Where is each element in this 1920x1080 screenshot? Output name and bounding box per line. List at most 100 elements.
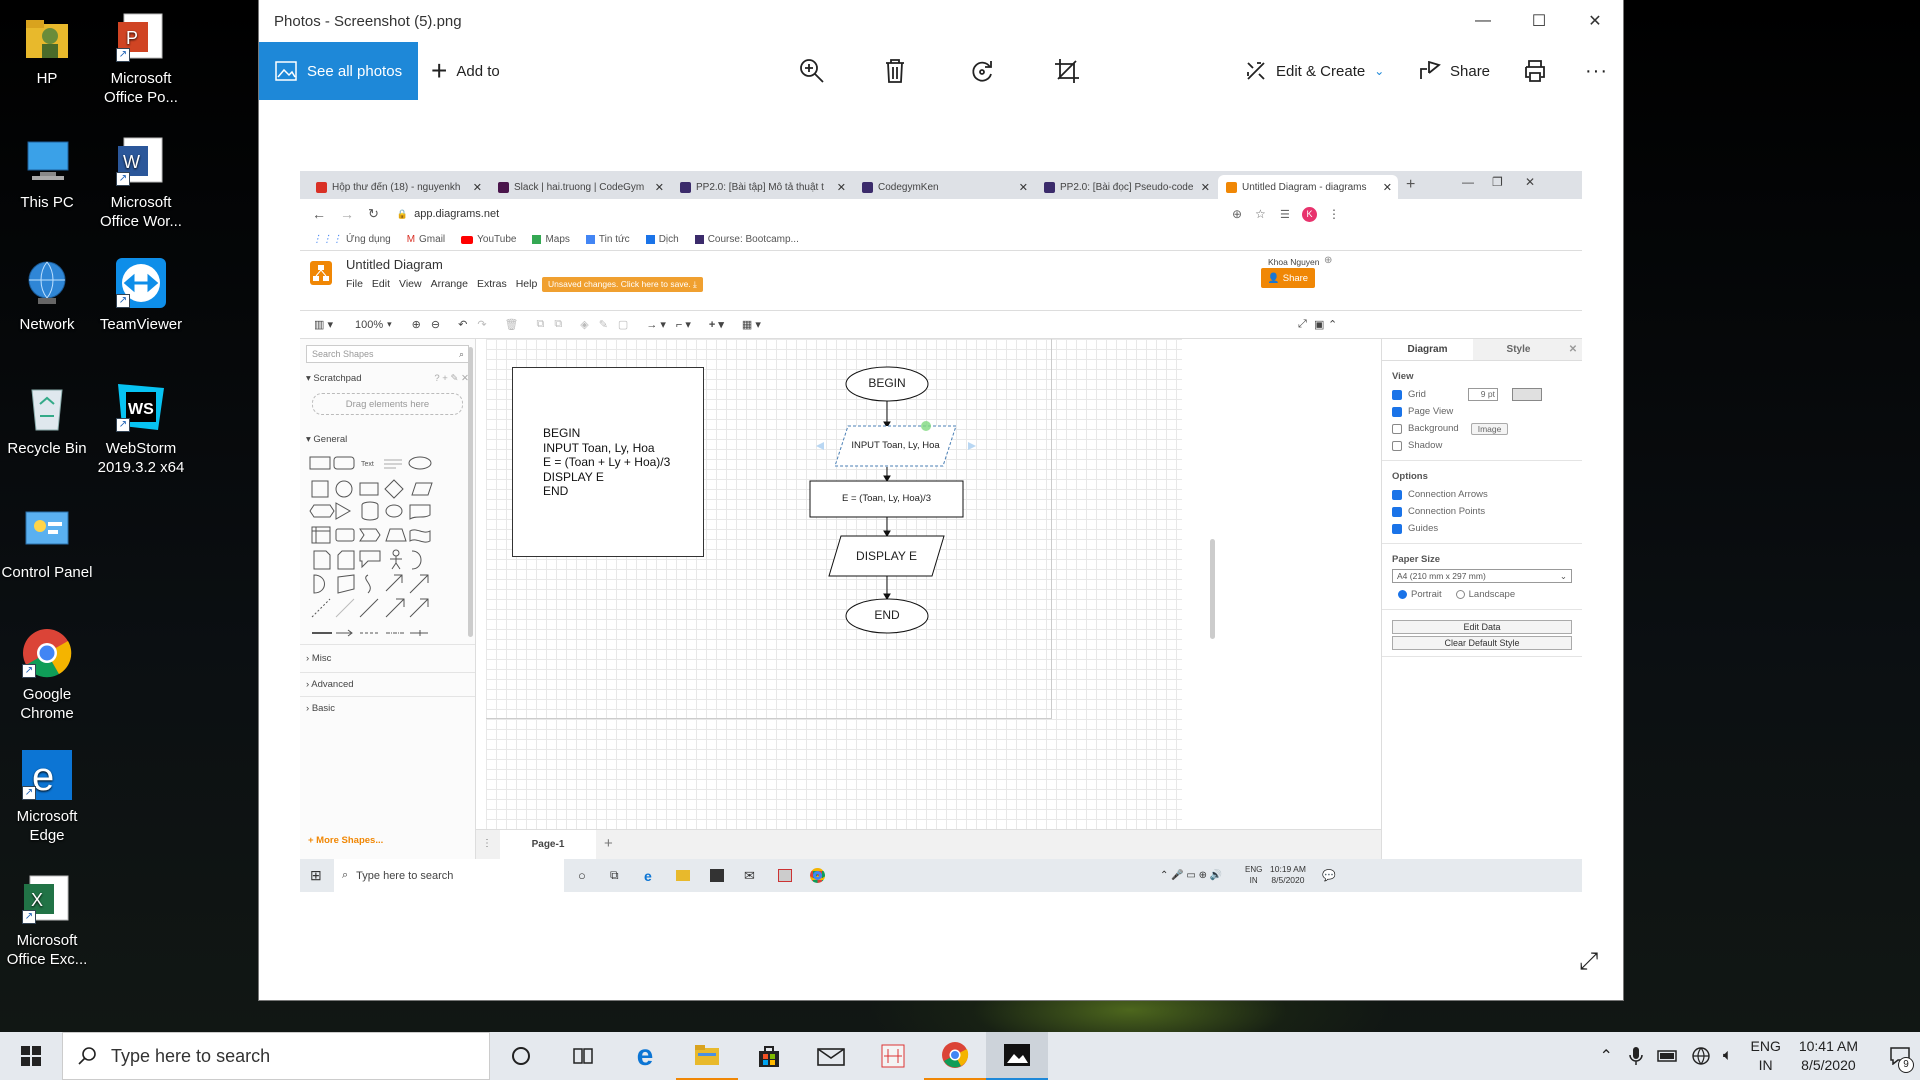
browser-tab-active[interactable]: Untitled Diagram - diagrams ✕ <box>1218 175 1398 199</box>
search-shapes-input[interactable]: Search Shapes ⌕ <box>306 345 469 363</box>
menu-extras[interactable]: Extras <box>477 278 507 290</box>
bookmark-youtube[interactable]: YouTube <box>461 234 516 245</box>
guides-checkbox[interactable]: Guides <box>1392 520 1572 537</box>
taskbar-store[interactable] <box>738 1032 800 1080</box>
see-all-photos-button[interactable]: See all photos <box>259 42 418 100</box>
add-to-button[interactable]: + Add to <box>431 42 500 100</box>
landscape-radio[interactable]: Landscape <box>1455 589 1515 600</box>
rotate-button[interactable] <box>969 42 995 100</box>
clock[interactable]: 10:41 AM 8/5/2020 <box>1799 1037 1858 1075</box>
delete-icon[interactable]: 🗑 <box>505 318 519 331</box>
desktop-icon-powerpoint[interactable]: P ↗ Microsoft Office Po... <box>91 10 191 107</box>
connection-icon[interactable]: → ▾ <box>646 318 666 331</box>
browser-tab[interactable]: Slack | hai.truong | CodeGym ✕ <box>490 175 670 199</box>
back-icon[interactable]: ← <box>312 206 326 222</box>
task-view-button[interactable] <box>552 1032 614 1080</box>
menu-file[interactable]: File <box>346 278 363 290</box>
edit-data-button[interactable]: Edit Data <box>1392 620 1572 634</box>
page-tab[interactable]: Page-1 <box>500 830 596 859</box>
install-icon[interactable]: ⊕ <box>1232 207 1242 221</box>
minimize-button[interactable]: — <box>1455 0 1511 42</box>
close-tab-icon[interactable]: ✕ <box>1201 181 1210 194</box>
star-icon[interactable]: ☆ <box>1255 207 1266 221</box>
zoom-select[interactable]: 100% <box>355 319 383 331</box>
taskbar-edge[interactable]: e <box>614 1032 676 1080</box>
desktop-icon-hp[interactable]: HP <box>0 10 97 88</box>
bookmark-maps[interactable]: Maps <box>532 234 570 245</box>
connection-arrows-checkbox[interactable]: Connection Arrows <box>1392 486 1572 503</box>
browser-minimize-button[interactable]: — <box>1462 175 1474 189</box>
desktop-icon-recycle-bin[interactable]: Recycle Bin <box>0 380 97 458</box>
taskbar-chrome[interactable] <box>924 1032 986 1080</box>
notification-center-button[interactable]: 9 <box>1880 1047 1920 1073</box>
fullscreen-icon[interactable]: ⤢ <box>1298 318 1307 331</box>
clear-default-style-button[interactable]: Clear Default Style <box>1392 636 1572 650</box>
browser-menu-icon[interactable]: ⋮ <box>1328 207 1340 221</box>
cortana-button[interactable] <box>490 1032 552 1080</box>
globe-icon[interactable]: ⊕ <box>1324 255 1332 266</box>
format-panel-icon[interactable]: ▥ ▾ <box>314 318 333 331</box>
bookmark-apps[interactable]: ⋮⋮⋮ Ứng dụng <box>312 234 391 245</box>
print-button[interactable] <box>1523 42 1547 100</box>
insert-icon[interactable]: + ▾ <box>709 318 724 331</box>
sidebar-item-advanced[interactable]: › Advanced <box>300 672 475 696</box>
close-tab-icon[interactable]: ✕ <box>1019 181 1028 194</box>
paper-size-select[interactable]: A4 (210 mm x 297 mm) ⌄ <box>1392 569 1572 583</box>
close-button[interactable]: ✕ <box>1567 0 1623 42</box>
start-button[interactable] <box>0 1032 62 1080</box>
desktop-icon-excel[interactable]: X ↗ Microsoft Office Exc... <box>0 872 97 969</box>
delete-button[interactable] <box>884 42 906 100</box>
browser-tab[interactable]: PP2.0: [Bài đọc] Pseudo-code ✕ <box>1036 175 1216 199</box>
background-checkbox[interactable]: Background Image <box>1392 420 1572 437</box>
add-page-icon[interactable]: + <box>604 835 613 852</box>
close-tab-icon[interactable]: ✕ <box>473 181 482 194</box>
general-shapes-grid[interactable]: Text <box>308 451 468 641</box>
browser-restore-button[interactable]: ❐ <box>1492 175 1503 189</box>
zoom-out-icon[interactable]: ⊖ <box>431 318 440 331</box>
document-title[interactable]: Untitled Diagram <box>346 257 443 272</box>
diagram-canvas[interactable]: BEGIN INPUT Toan, Ly, Hoa E = (Toan + Ly… <box>486 339 1215 849</box>
close-tab-icon[interactable]: ✕ <box>837 181 846 194</box>
desktop-icon-chrome[interactable]: ↗ Google Chrome <box>0 626 97 723</box>
taskbar-explorer[interactable] <box>676 1032 738 1080</box>
format-toggle-icon[interactable]: ▣ <box>1314 318 1324 331</box>
taskbar-app[interactable] <box>862 1032 924 1080</box>
image-button[interactable]: Image <box>1470 422 1509 435</box>
desktop-icon-this-pc[interactable]: This PC <box>0 134 97 212</box>
zoom-button[interactable] <box>799 42 825 100</box>
sidebar-item-basic[interactable]: › Basic <box>300 696 475 720</box>
tab-diagram[interactable]: Diagram <box>1382 339 1473 360</box>
crop-button[interactable] <box>1054 42 1080 100</box>
collapse-icon[interactable]: ⌃ <box>1328 318 1337 331</box>
volume-icon[interactable]: 🔈︎ <box>1723 1047 1733 1065</box>
to-front-icon[interactable]: ⧉ <box>537 318 545 331</box>
scratchpad-header[interactable]: ▾ Scratchpad? + ✎ ✕ <box>300 369 475 388</box>
browser-tab[interactable]: PP2.0: [Bài tập] Mô tả thuật t ✕ <box>672 175 852 199</box>
redo-icon[interactable]: ↷ <box>477 318 486 331</box>
scratchpad-actions-icon[interactable]: ? + ✎ ✕ <box>434 373 469 384</box>
language-indicator[interactable]: ENG IN <box>1751 1037 1781 1075</box>
battery-icon[interactable] <box>1657 1049 1679 1063</box>
zoom-in-icon[interactable]: ⊕ <box>412 318 421 331</box>
shadow-checkbox[interactable]: Shadow <box>1392 437 1572 454</box>
bookmark-news[interactable]: Tin tức <box>585 234 630 245</box>
desktop-icon-word[interactable]: W ↗ Microsoft Office Wor... <box>91 134 191 231</box>
grid-color-swatch[interactable] <box>1511 388 1542 401</box>
fill-color-icon[interactable]: ◈ <box>580 318 588 331</box>
close-tab-icon[interactable]: ✕ <box>1383 181 1392 194</box>
connection-points-checkbox[interactable]: Connection Points <box>1392 503 1572 520</box>
browser-close-button[interactable]: ✕ <box>1525 175 1535 189</box>
desktop-icon-network[interactable]: Network <box>0 256 97 334</box>
taskbar-photos[interactable] <box>986 1032 1048 1080</box>
maximize-button[interactable]: ☐ <box>1511 0 1567 42</box>
menu-view[interactable]: View <box>399 278 422 290</box>
close-panel-icon[interactable]: ✕ <box>1564 339 1582 360</box>
url-input[interactable]: app.diagrams.net <box>414 208 499 220</box>
portrait-radio[interactable]: Portrait <box>1398 589 1442 600</box>
shadow-icon[interactable]: ▢ <box>618 318 628 331</box>
page-view-checkbox[interactable]: Page View <box>1392 403 1572 420</box>
fullscreen-expand-icon[interactable]: ⤢ <box>1579 948 1598 976</box>
pages-menu-icon[interactable]: ⋮ <box>482 838 492 849</box>
unsaved-changes-button[interactable]: Unsaved changes. Click here to save. ⤓ <box>542 277 703 292</box>
show-hidden-icons-icon[interactable]: ⌃ <box>1599 1046 1612 1066</box>
